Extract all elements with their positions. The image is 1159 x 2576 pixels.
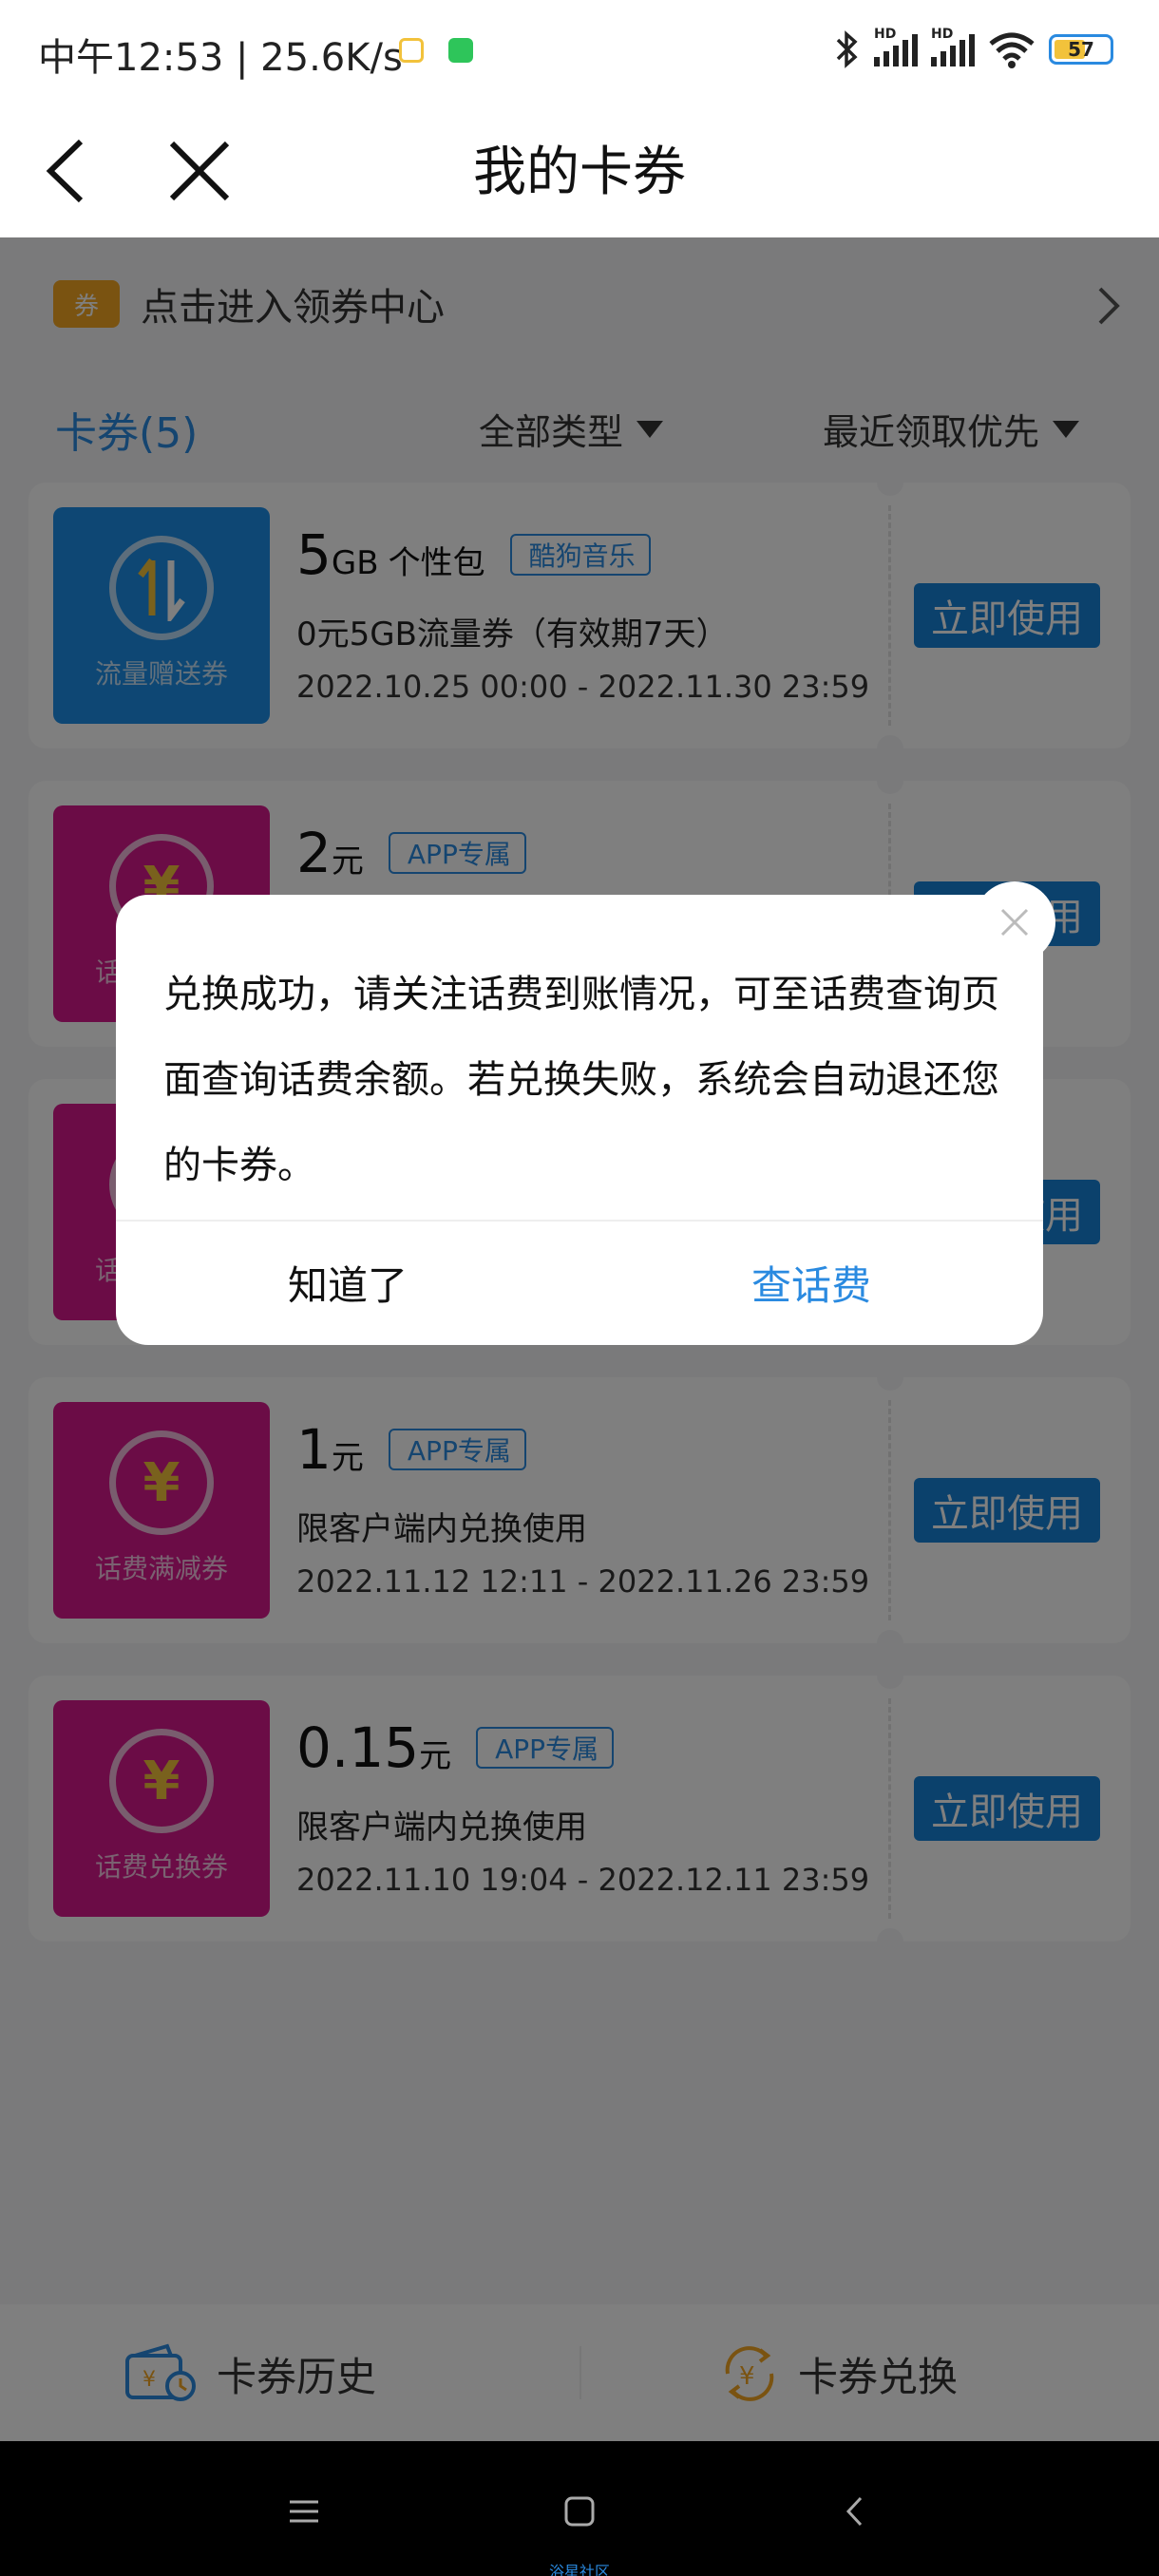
home-square-icon <box>564 2496 595 2527</box>
app-notification-icon <box>399 38 424 63</box>
header: 我的卡券 <box>0 104 1159 237</box>
system-back-button[interactable] <box>826 2483 884 2540</box>
wifi-icon <box>989 32 1035 68</box>
menu-button[interactable] <box>276 2483 332 2540</box>
signal-icon: HD <box>931 27 975 66</box>
menu-icon <box>290 2500 318 2523</box>
close-icon <box>1000 908 1029 937</box>
phone-notification-icon <box>448 38 473 63</box>
dialog-message: 兑换成功，请关注话费到账情况，可至话费查询页面查询话费余额。若兑换失败，系统会自… <box>163 973 999 1187</box>
status-bar: 中午12:53 | 25.6K/s HD HD 57 <box>0 0 1159 104</box>
status-icons: HD HD 57 <box>832 27 1113 70</box>
got-it-button[interactable]: 知道了 <box>116 1220 580 1345</box>
result-dialog: 兑换成功，请关注话费到账情况，可至话费查询页面查询话费余额。若兑换失败，系统会自… <box>116 895 1043 1345</box>
status-time: 中午12:53 | 25.6K/s <box>38 36 403 80</box>
home-button[interactable] <box>551 2483 608 2540</box>
signal-icon: HD <box>874 27 918 66</box>
chevron-left-icon <box>846 2496 863 2527</box>
watermark: 浴星社区 <box>548 2563 610 2576</box>
dialog-close-button[interactable] <box>974 881 1055 963</box>
bluetooth-icon <box>836 30 858 68</box>
check-balance-button[interactable]: 查话费 <box>580 1220 1043 1345</box>
page-title: 我的卡券 <box>473 142 686 203</box>
battery-icon: 57 <box>1049 34 1113 65</box>
system-nav-bar <box>0 2441 1159 2576</box>
